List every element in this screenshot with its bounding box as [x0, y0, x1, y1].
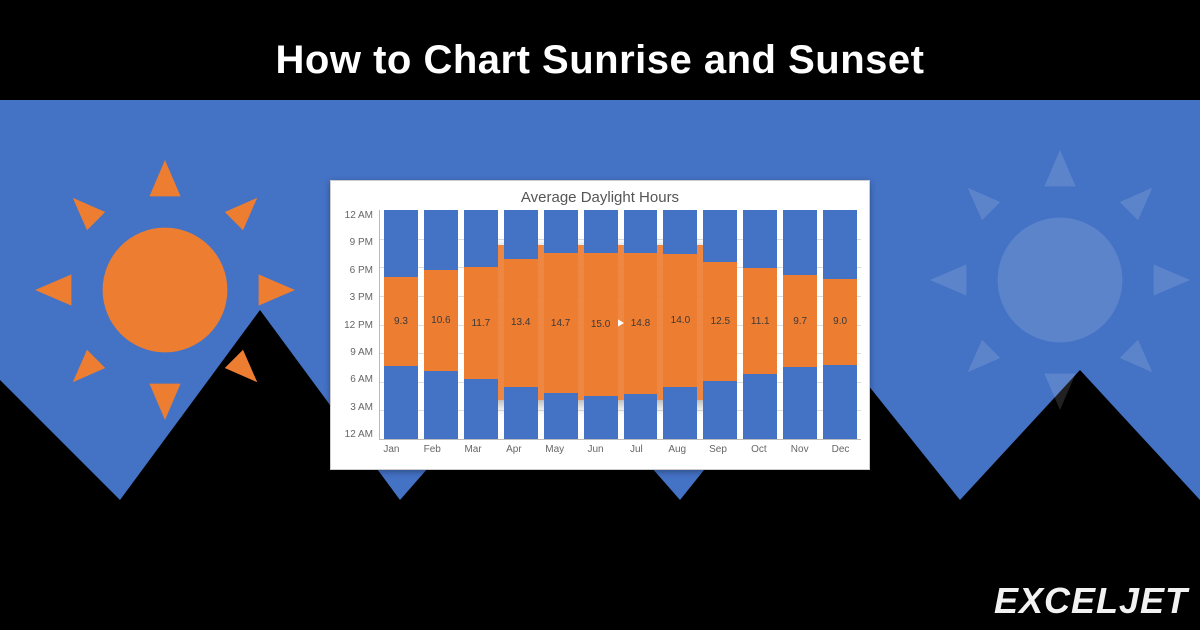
- x-tick-label: Nov: [782, 440, 817, 459]
- segment-daylight: 14.8: [624, 253, 658, 394]
- chart-column: 13.4: [504, 210, 538, 439]
- page-title: How to Chart Sunrise and Sunset: [0, 38, 1200, 83]
- segment-before-sunrise: [823, 365, 857, 439]
- brand-logo: EXCELJET: [994, 580, 1188, 622]
- segment-daylight: 11.1: [743, 268, 777, 374]
- chart-column: 14.8: [624, 210, 658, 439]
- x-tick-label: Dec: [823, 440, 858, 459]
- chart-column: 11.1: [743, 210, 777, 439]
- segment-before-sunrise: [703, 381, 737, 439]
- x-tick-label: May: [537, 440, 572, 459]
- x-tick-label: Aug: [660, 440, 695, 459]
- x-tick-label: Mar: [456, 440, 491, 459]
- segment-after-sunset: [743, 210, 777, 268]
- segment-daylight: 10.6: [424, 270, 458, 371]
- segment-after-sunset: [663, 210, 697, 254]
- segment-before-sunrise: [783, 367, 817, 439]
- segment-daylight: 9.7: [783, 275, 817, 368]
- segment-daylight: 9.0: [823, 279, 857, 365]
- chart-column: 12.5: [703, 210, 737, 439]
- segment-daylight: 11.7: [464, 267, 498, 379]
- chart-column: 9.3: [384, 210, 418, 439]
- segment-after-sunset: [504, 210, 538, 259]
- segment-after-sunset: [584, 210, 618, 253]
- chart-column: 9.7: [783, 210, 817, 439]
- segment-daylight: 15.0: [584, 253, 618, 396]
- segment-after-sunset: [783, 210, 817, 275]
- sun-icon-faint: [930, 150, 1190, 410]
- segment-after-sunset: [424, 210, 458, 270]
- chart-column: 14.7: [544, 210, 578, 439]
- chart-panel: Average Daylight Hours 12 AM 9 PM 6 PM 3 PM…: [330, 180, 870, 470]
- sun-icon: [35, 160, 295, 420]
- x-tick-label: Jan: [374, 440, 409, 459]
- segment-before-sunrise: [584, 396, 618, 439]
- y-tick-label: 12 AM: [345, 429, 373, 440]
- segment-daylight: 14.0: [663, 254, 697, 388]
- segment-after-sunset: [624, 210, 658, 253]
- segment-daylight: 12.5: [703, 262, 737, 381]
- segment-before-sunrise: [384, 366, 418, 439]
- y-tick-label: 12 AM: [345, 210, 373, 221]
- chart-column: 15.0: [584, 210, 618, 439]
- x-tick-label: Jun: [578, 440, 613, 459]
- segment-after-sunset: [823, 210, 857, 279]
- segment-after-sunset: [464, 210, 498, 267]
- x-tick-label: Jul: [619, 440, 654, 459]
- y-tick-label: 9 PM: [350, 237, 373, 248]
- segment-before-sunrise: [663, 387, 697, 439]
- y-tick-label: 6 PM: [350, 265, 373, 276]
- segment-before-sunrise: [624, 394, 658, 439]
- segment-daylight: 9.3: [384, 277, 418, 366]
- chart-column: 10.6: [424, 210, 458, 439]
- x-tick-label: Oct: [741, 440, 776, 459]
- segment-after-sunset: [384, 210, 418, 277]
- chart-column: 9.0: [823, 210, 857, 439]
- chart-column: 11.7: [464, 210, 498, 439]
- segment-before-sunrise: [424, 371, 458, 439]
- segment-daylight: 14.7: [544, 253, 578, 393]
- x-tick-label: Apr: [496, 440, 531, 459]
- segment-before-sunrise: [504, 387, 538, 439]
- segment-after-sunset: [544, 210, 578, 253]
- segment-after-sunset: [703, 210, 737, 262]
- page-title-bar: How to Chart Sunrise and Sunset: [0, 38, 1200, 83]
- chart-x-axis: Jan Feb Mar Apr May Jun Jul Aug Sep Oct Nov Dec: [331, 440, 869, 459]
- y-tick-label: 9 AM: [350, 347, 373, 358]
- segment-before-sunrise: [464, 379, 498, 439]
- chart-y-axis: 12 AM 9 PM 6 PM 3 PM 12 PM 9 AM 6 AM 3 AM 12 AM: [339, 210, 379, 440]
- segment-before-sunrise: [544, 393, 578, 439]
- x-tick-label: Sep: [701, 440, 736, 459]
- y-tick-label: 12 PM: [344, 320, 373, 331]
- chart-column: 14.0: [663, 210, 697, 439]
- chart-title: Average Daylight Hours: [331, 181, 869, 210]
- y-tick-label: 6 AM: [350, 374, 373, 385]
- segment-daylight: 13.4: [504, 259, 538, 387]
- chart-plot-wrap: 12 AM 9 PM 6 PM 3 PM 12 PM 9 AM 6 AM 3 AM12 AM …: [331, 210, 869, 440]
- y-tick-label: 3 PM: [350, 292, 373, 303]
- segment-before-sunrise: [743, 374, 777, 439]
- x-tick-label: Feb: [415, 440, 450, 459]
- video-thumbnail-stage: How to Chart Sunrise and Sunset: [0, 0, 1200, 630]
- y-tick-label: 3 AM: [350, 402, 373, 413]
